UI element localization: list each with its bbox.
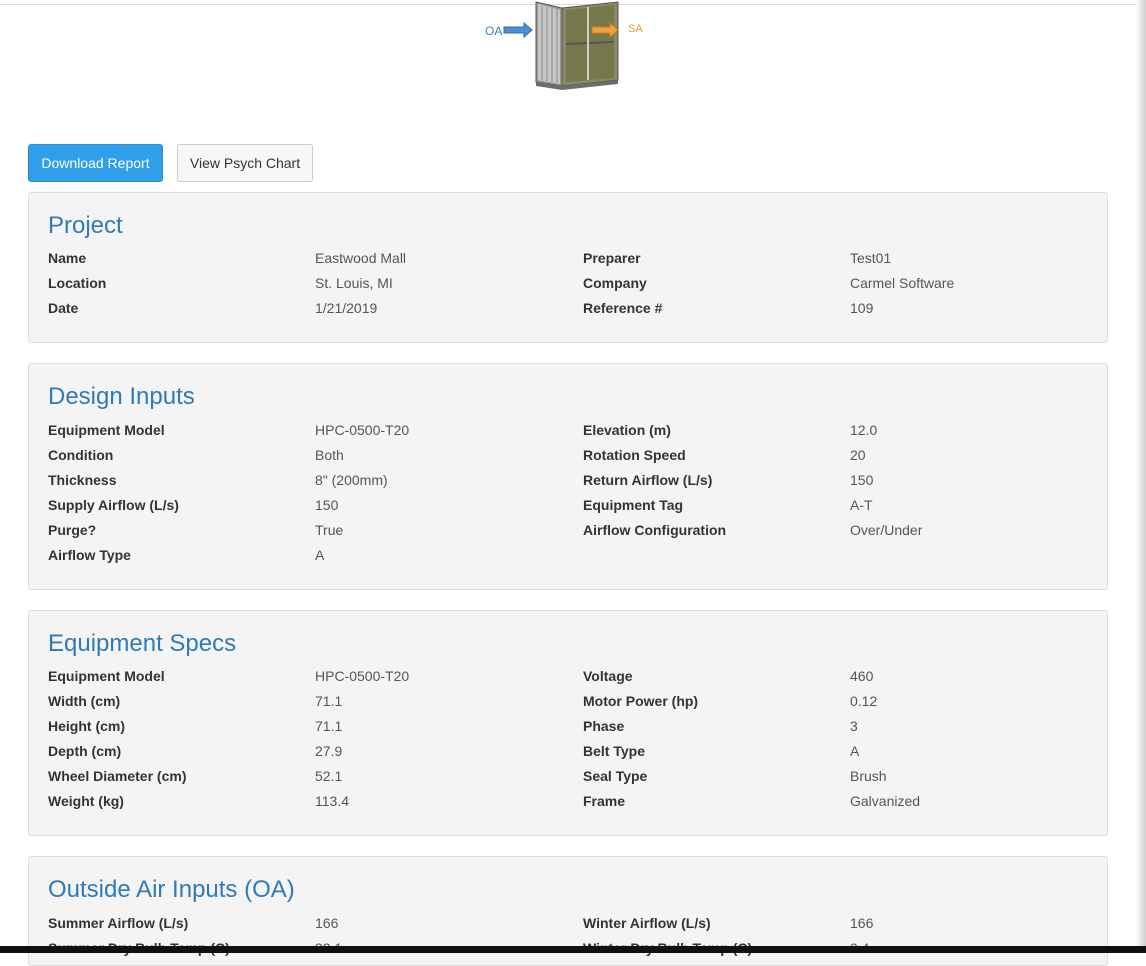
field-value: A-T — [850, 497, 873, 513]
field-label: Supply Airflow (L/s) — [48, 497, 179, 513]
project-title: Project — [48, 212, 123, 239]
field-value: 12.0 — [850, 422, 878, 438]
field-value: 166 — [315, 915, 339, 931]
field-value: Over/Under — [850, 522, 923, 538]
field-label: Name — [48, 250, 87, 266]
field-value: 27.9 — [315, 743, 343, 759]
design-row: Equipment Model HPC-0500-T20 Elevation (… — [29, 420, 1107, 440]
field-value: 52.1 — [315, 768, 343, 784]
field-value: 3 — [850, 718, 858, 734]
field-value: HPC-0500-T20 — [315, 422, 410, 438]
specs-row: Wheel Diameter (cm) 52.1 Seal Type Brush — [29, 766, 1107, 786]
field-label: Equipment Model — [48, 668, 165, 684]
field-label: Phase — [583, 718, 625, 734]
specs-row: Equipment Model HPC-0500-T20 Voltage 460 — [29, 666, 1107, 686]
field-label: Location — [48, 275, 107, 291]
view-psych-chart-button[interactable]: View Psych Chart — [177, 144, 313, 182]
field-value: Carmel Software — [850, 275, 955, 291]
sa-label: SA — [628, 23, 643, 35]
field-value: 113.4 — [315, 793, 349, 809]
equipment-specs-panel: Equipment Specs Equipment Model HPC-0500… — [28, 610, 1108, 836]
design-row: Airflow Type A — [29, 545, 1107, 565]
field-value: 1/21/2019 — [315, 300, 378, 316]
project-row: Location St. Louis, MI Company Carmel So… — [29, 273, 1107, 293]
field-value: 20 — [850, 447, 866, 463]
field-value: 166 — [850, 915, 874, 931]
field-value: 71.1 — [315, 693, 343, 709]
field-label: Preparer — [583, 250, 641, 266]
field-label: Equipment Tag — [583, 497, 684, 513]
oa-row: Summer Airflow (L/s) 166 Winter Airflow … — [29, 913, 1107, 933]
field-label: Thickness — [48, 472, 117, 488]
field-label: Wheel Diameter (cm) — [48, 768, 187, 784]
wheel-diagram-art — [503, 1, 619, 90]
design-inputs-title: Design Inputs — [48, 383, 195, 410]
field-label: Motor Power (hp) — [583, 693, 699, 709]
field-label: Voltage — [583, 668, 633, 684]
oa-arrow-icon — [503, 21, 533, 39]
field-label: Depth (cm) — [48, 743, 122, 759]
field-value: Brush — [850, 768, 887, 784]
field-value: 150 — [315, 497, 339, 513]
field-label: Belt Type — [583, 743, 645, 759]
specs-row: Weight (kg) 113.4 Frame Galvanized — [29, 791, 1107, 811]
field-label: Winter Airflow (L/s) — [583, 915, 711, 931]
project-panel: Project Name Eastwood Mall Preparer Test… — [28, 192, 1108, 343]
design-row: Purge? True Airflow Configuration Over/U… — [29, 520, 1107, 540]
wheel-diagram: OA SA — [480, 0, 650, 92]
field-value: True — [315, 522, 344, 538]
field-label: Airflow Type — [48, 547, 131, 563]
field-value: A — [850, 743, 860, 759]
equipment-specs-title: Equipment Specs — [48, 630, 237, 657]
download-report-button[interactable]: Download Report — [28, 144, 163, 182]
field-label: Return Airflow (L/s) — [583, 472, 713, 488]
field-value: A — [315, 547, 325, 563]
outside-air-inputs-title: Outside Air Inputs (OA) — [48, 876, 295, 903]
field-label: Width (cm) — [48, 693, 121, 709]
field-label: Condition — [48, 447, 114, 463]
field-label: Height (cm) — [48, 718, 125, 734]
project-row: Date 1/21/2019 Reference # 109 — [29, 298, 1107, 318]
scrollbar-shadow — [1136, 0, 1146, 953]
project-row: Name Eastwood Mall Preparer Test01 — [29, 248, 1107, 268]
field-label: Seal Type — [583, 768, 648, 784]
field-value: Eastwood Mall — [315, 250, 407, 266]
field-label: Frame — [583, 793, 626, 809]
design-row: Supply Airflow (L/s) 150 Equipment Tag A… — [29, 495, 1107, 515]
field-value: St. Louis, MI — [315, 275, 393, 291]
specs-row: Height (cm) 71.1 Phase 3 — [29, 716, 1107, 736]
field-value: 8" (200mm) — [315, 472, 388, 488]
field-value: HPC-0500-T20 — [315, 668, 410, 684]
field-label: Summer Airflow (L/s) — [48, 915, 189, 931]
bottom-edge-bar — [0, 946, 1146, 953]
field-label: Purge? — [48, 522, 97, 538]
field-label: Equipment Model — [48, 422, 165, 438]
design-row: Condition Both Rotation Speed 20 — [29, 445, 1107, 465]
field-value: 150 — [850, 472, 874, 488]
field-label: Weight (kg) — [48, 793, 124, 809]
field-label: Rotation Speed — [583, 447, 686, 463]
field-value: 71.1 — [315, 718, 343, 734]
design-row: Thickness 8" (200mm) Return Airflow (L/s… — [29, 470, 1107, 490]
field-value: 109 — [850, 300, 874, 316]
field-value: Galvanized — [850, 793, 921, 809]
field-value: 0.12 — [850, 693, 878, 709]
field-label: Elevation (m) — [583, 422, 671, 438]
field-label: Airflow Configuration — [583, 522, 727, 538]
specs-row: Depth (cm) 27.9 Belt Type A — [29, 741, 1107, 761]
field-value: Test01 — [850, 250, 892, 266]
field-value: 460 — [850, 668, 874, 684]
field-value: Both — [315, 447, 344, 463]
design-inputs-panel: Design Inputs Equipment Model HPC-0500-T… — [28, 363, 1108, 590]
specs-row: Width (cm) 71.1 Motor Power (hp) 0.12 — [29, 691, 1107, 711]
field-label: Date — [48, 300, 79, 316]
field-label: Reference # — [583, 300, 663, 316]
field-label: Company — [583, 275, 647, 291]
